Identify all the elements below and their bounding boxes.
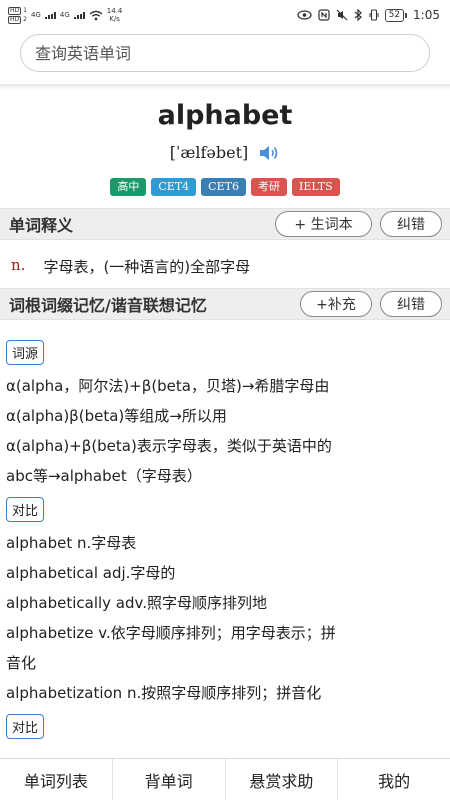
definitions-section-header: 单词释义 + 生词本 纠错 bbox=[0, 208, 450, 240]
nav-memorize[interactable]: 背单词 bbox=[113, 759, 226, 800]
compare-line: 音化 bbox=[6, 654, 37, 672]
tag-cet4: CET4 bbox=[151, 178, 197, 196]
report-error-button[interactable]: 纠错 bbox=[380, 211, 442, 237]
compare-label-2: 对比 bbox=[6, 714, 45, 739]
compare-line: alphabetical adj.字母的 bbox=[6, 564, 176, 582]
signal-1-icon bbox=[44, 11, 56, 19]
nav-word-list[interactable]: 单词列表 bbox=[0, 759, 113, 800]
mnemonic-content: 词源 α(alpha，阿尔法)+β(beta，贝塔)→希腊字母由 α(alpha… bbox=[6, 340, 446, 751]
compare-line: alphabetization n.按照字母顺序排列；拼音化 bbox=[6, 684, 322, 702]
nav-bounty-help[interactable]: 悬赏求助 bbox=[226, 759, 339, 800]
sim2-number: 2 bbox=[23, 16, 27, 23]
status-right: 52 1:05 bbox=[296, 8, 440, 22]
mute-icon bbox=[336, 9, 348, 21]
compare-block-2: 对比 bbox=[6, 714, 446, 745]
network-1-label: 4G bbox=[30, 11, 41, 19]
network-speed: 14.4 K/s bbox=[107, 7, 123, 23]
vibrate-icon bbox=[369, 9, 379, 21]
battery-indicator: 52 bbox=[384, 8, 408, 22]
status-bar: HD 1 HD 2 4G 4G 14.4 K/s 52 1:05 bbox=[0, 0, 450, 30]
memory-section-header: 词根词缀记忆/谐音联想记忆 +补充 纠错 bbox=[0, 288, 450, 320]
search-input[interactable] bbox=[35, 43, 429, 63]
definition-row: n. 字母表，(一种语言的)全部字母 bbox=[11, 256, 250, 277]
phonetic-row: [ˈælfəbet] bbox=[0, 143, 450, 162]
wifi-icon bbox=[89, 10, 103, 20]
etymology-line: abc等→alphabet（字母表） bbox=[6, 467, 202, 485]
nav-mine[interactable]: 我的 bbox=[338, 759, 450, 800]
compare-block-1: 对比 alphabet n.字母表 alphabetical adj.字母的 a… bbox=[6, 497, 446, 708]
add-to-vocab-button[interactable]: + 生词本 bbox=[275, 211, 372, 237]
phonetic: [ˈælfəbet] bbox=[169, 143, 249, 162]
tag-cet6: CET6 bbox=[201, 178, 246, 196]
battery-level: 52 bbox=[384, 8, 405, 22]
compare-line: alphabet n.字母表 bbox=[6, 534, 137, 552]
definition-meaning: 字母表，(一种语言的)全部字母 bbox=[43, 258, 251, 276]
sim1-number: 1 bbox=[23, 7, 27, 14]
sim1-hd-badge: HD bbox=[8, 6, 22, 15]
compare-label: 对比 bbox=[6, 497, 45, 522]
speed-unit: K/s bbox=[109, 15, 120, 23]
headword: alphabet bbox=[157, 100, 293, 131]
eye-icon bbox=[296, 10, 312, 20]
sim2-hd-badge: HD bbox=[8, 15, 22, 24]
battery-tip bbox=[405, 12, 408, 18]
etymology-label: 词源 bbox=[6, 340, 45, 365]
etymology-line: α(alpha)+β(beta)表示字母表，类似于英语中的 bbox=[6, 437, 332, 455]
speed-value: 14.4 bbox=[106, 7, 123, 15]
tag-ielts: IELTS bbox=[291, 178, 340, 196]
compare-line: alphabetize v.依字母顺序排列；用字母表示；拼 bbox=[6, 624, 336, 642]
header-shadow bbox=[0, 84, 450, 90]
search-box[interactable] bbox=[20, 34, 430, 72]
signal-2-icon bbox=[73, 11, 85, 19]
nfc-icon bbox=[317, 9, 330, 21]
bluetooth-icon bbox=[354, 9, 362, 21]
add-mnemonic-button[interactable]: +补充 bbox=[300, 291, 372, 317]
sim-indicators: HD 1 HD 2 bbox=[8, 6, 27, 24]
network-2-label: 4G bbox=[59, 11, 70, 19]
tag-gaozhong: 高中 bbox=[110, 178, 147, 196]
definitions-section-title: 单词释义 bbox=[9, 216, 74, 235]
etymology-line: α(alpha，阿尔法)+β(beta，贝塔)→希腊字母由 bbox=[6, 377, 330, 395]
clock: 1:05 bbox=[413, 8, 440, 22]
speaker-icon[interactable] bbox=[258, 144, 280, 162]
tag-kaoyan: 考研 bbox=[250, 178, 287, 196]
status-left: HD 1 HD 2 4G 4G 14.4 K/s bbox=[8, 6, 123, 24]
compare-line: alphabetically adv.照字母顺序排列地 bbox=[6, 594, 267, 612]
report-mnemonic-error-button[interactable]: 纠错 bbox=[380, 291, 442, 317]
etymology-line: α(alpha)β(beta)等组成→所以用 bbox=[6, 407, 227, 425]
bottom-nav: 单词列表 背单词 悬赏求助 我的 bbox=[0, 758, 450, 800]
memory-section-title: 词根词缀记忆/谐音联想记忆 bbox=[9, 296, 207, 315]
etymology-block: 词源 α(alpha，阿尔法)+β(beta，贝塔)→希腊字母由 α(alpha… bbox=[6, 340, 446, 491]
exam-tags: 高中 CET4 CET6 考研 IELTS bbox=[0, 178, 450, 196]
part-of-speech: n. bbox=[11, 256, 26, 274]
